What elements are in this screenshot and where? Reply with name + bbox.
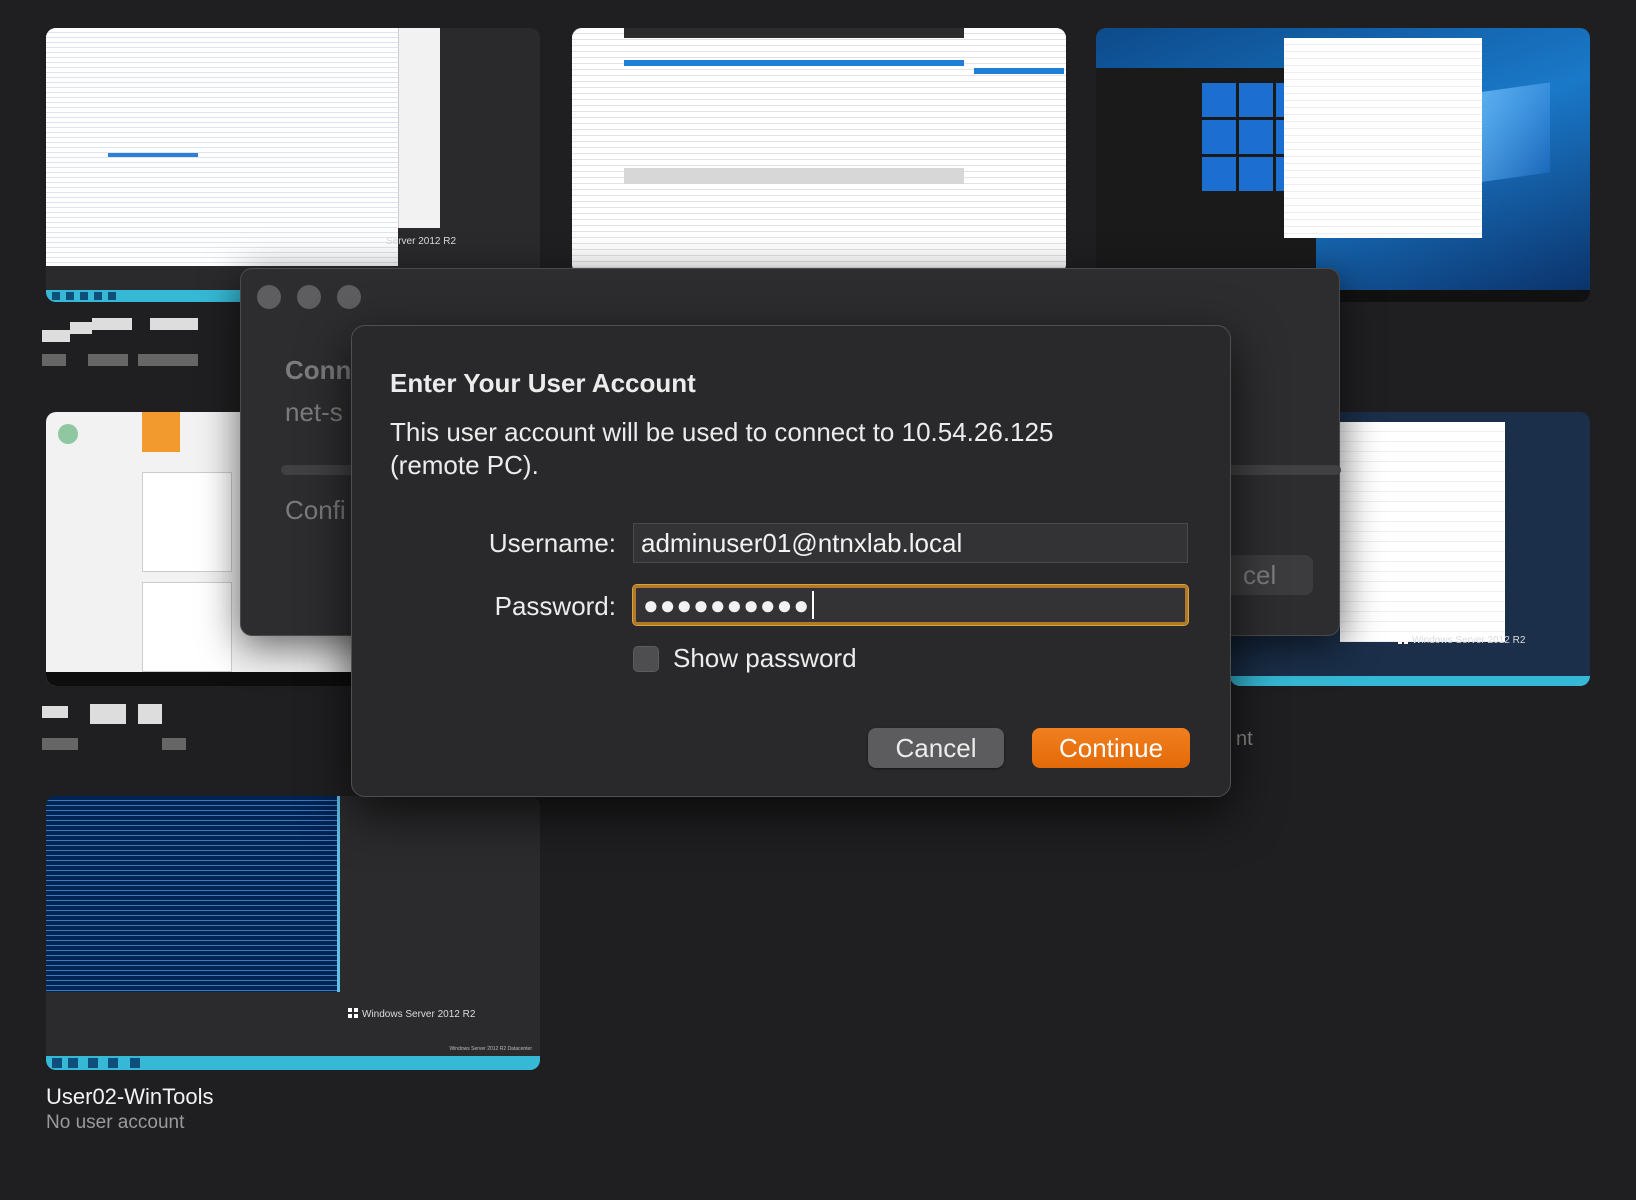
redacted-name	[90, 704, 126, 724]
machine-account-status: No user account	[46, 1112, 185, 1133]
redacted-account	[138, 354, 198, 366]
connecting-cancel-button[interactable]: cel	[1221, 555, 1313, 595]
cancel-button[interactable]: Cancel	[868, 728, 1004, 768]
taskbar	[1230, 676, 1590, 686]
password-mask: ●●●●●●●●●●	[643, 590, 811, 620]
window-header	[624, 28, 964, 38]
os-label: Windows Server 2012 R2	[348, 1008, 475, 1020]
redacted-name	[42, 706, 68, 718]
show-password-checkbox[interactable]: Show password	[633, 643, 857, 674]
minimize-window-button[interactable]	[297, 285, 321, 309]
zoom-window-button[interactable]	[337, 285, 361, 309]
text-caret	[812, 591, 815, 619]
quick-start-tile	[142, 412, 180, 452]
taskbar	[46, 1056, 540, 1070]
password-field[interactable]: ●●●●●●●●●●	[632, 584, 1189, 626]
redacted-name	[70, 322, 92, 334]
actions-pane-selection	[974, 68, 1064, 74]
remote-pc-thumbnail-3[interactable]	[1096, 28, 1590, 302]
explorer-window	[1284, 38, 1482, 238]
ad-users-window	[46, 28, 398, 266]
connecting-subtitle: net-s	[285, 397, 343, 427]
machine-name: User02-WinTools	[46, 1084, 214, 1109]
ad-cs-panel	[142, 472, 232, 572]
redacted-account	[42, 354, 66, 366]
machine-status-partial: nt	[1236, 728, 1253, 750]
remote-pc-thumbnail-1[interactable]: Server 2012 R2	[46, 28, 540, 302]
powershell-window	[46, 796, 340, 992]
file-storage-panel	[142, 582, 232, 672]
windows-logo	[1470, 82, 1550, 184]
username-field[interactable]: adminuser01@ntnxlab.local	[633, 523, 1188, 563]
redacted-account	[88, 354, 128, 366]
details-panel	[624, 168, 964, 184]
configuring-status: Confi	[285, 495, 346, 525]
os-watermark: Windows Server 2012 R2 Datacenter	[449, 1046, 532, 1052]
os-label: Windows Server 2012 R2	[1398, 634, 1525, 646]
windows-flag-icon	[1398, 634, 1408, 644]
show-password-label: Show password	[673, 643, 857, 673]
status-dot	[58, 424, 78, 444]
checkbox-box[interactable]	[633, 645, 659, 672]
close-window-button[interactable]	[257, 285, 281, 309]
remote-pc-thumbnail-user02-wintools[interactable]: Windows Server 2012 R2 Windows Server 20…	[46, 796, 540, 1070]
password-label: Password:	[494, 591, 616, 621]
os-label: Server 2012 R2	[386, 236, 457, 247]
dialog-heading: Enter Your User Account	[390, 368, 696, 398]
document-window	[1340, 422, 1505, 642]
user-account-dialog: Enter Your User Account This user accoun…	[351, 325, 1231, 797]
redacted-name	[138, 704, 162, 724]
remote-pc-thumbnail-2[interactable]	[572, 28, 1066, 274]
username-label: Username:	[488, 528, 616, 558]
dialog-description: This user account will be used to connec…	[390, 417, 1054, 480]
selected-row	[624, 60, 964, 66]
continue-button[interactable]: Continue	[1032, 728, 1190, 768]
windows-flag-icon	[348, 1008, 358, 1018]
redacted-account	[42, 738, 78, 750]
redacted-name	[92, 318, 132, 330]
selected-row	[108, 153, 198, 157]
connecting-title: Conn	[285, 355, 352, 385]
redacted-name	[42, 330, 70, 342]
side-pane	[398, 28, 440, 228]
redacted-account	[162, 738, 186, 750]
redacted-name	[150, 318, 198, 330]
